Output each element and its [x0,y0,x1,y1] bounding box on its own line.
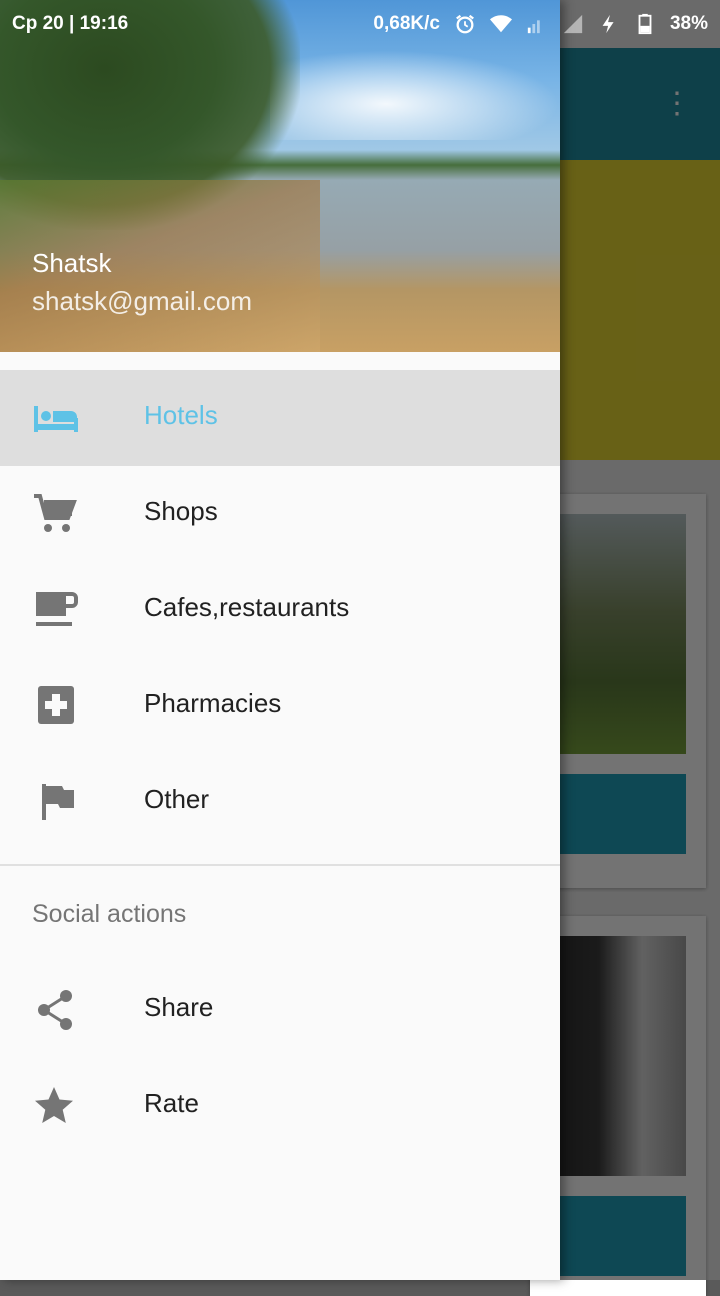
alarm-icon [456,14,474,34]
menu-item-rate[interactable]: Rate [0,1058,560,1154]
menu-item-label: Rate [144,1088,199,1118]
wifi-icon [489,15,512,33]
pharmacy-icon [38,686,74,724]
drawer-header: Shatsk shatsk@gmail.com [0,0,560,352]
menu-item-shops[interactable]: Shops [0,466,560,562]
header-email: shatsk@gmail.com [32,286,253,316]
menu-item-label: Share [144,992,214,1022]
signal-2-icon [563,14,583,34]
battery-icon [638,13,652,35]
status-bar: Ср 20 | 19:16 0,68K/c 38% [0,0,720,48]
navigation-drawer: Shatsk shatsk@gmail.com Hotels Shops Caf… [0,0,560,1280]
status-time: Ср 20 | 19:16 [12,13,129,34]
cart-icon [34,494,77,532]
drawer-menu: Hotels Shops Cafes,restaurants Pharmacie… [0,370,560,850]
menu-item-label: Pharmacies [144,688,282,718]
network-speed: 0,68K/c [373,13,440,34]
menu-item-label: Other [144,784,210,814]
menu-item-share[interactable]: Share [0,962,560,1058]
header-name: Shatsk [32,248,112,278]
header-clouds [270,50,560,140]
menu-item-hotels[interactable]: Hotels [0,370,560,466]
bed-icon [34,406,78,432]
share-icon [38,990,72,1030]
menu-item-other[interactable]: Other [0,754,560,850]
signal-icon [527,20,540,34]
drawer-divider [0,864,560,866]
flag-icon [42,784,74,820]
menu-item-label: Cafes,restaurants [144,592,350,622]
menu-item-pharmacies[interactable]: Pharmacies [0,658,560,754]
menu-item-cafes[interactable]: Cafes,restaurants [0,562,560,658]
cafe-icon [36,592,78,626]
battery-level: 38% [669,13,708,34]
section-title: Social actions [32,900,187,928]
menu-item-label: Shops [144,496,218,526]
social-menu: Share Rate [0,962,560,1154]
menu-item-label: Hotels [144,400,218,430]
charging-icon [602,14,614,34]
star-icon [35,1087,73,1123]
